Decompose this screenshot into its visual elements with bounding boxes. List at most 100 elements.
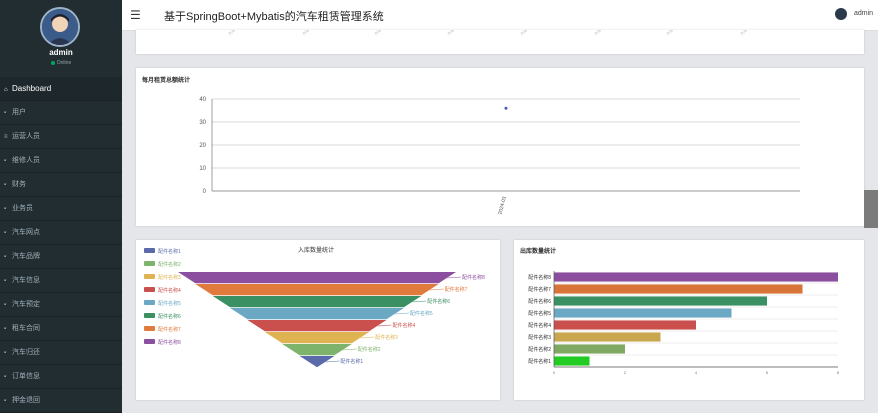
bar (554, 308, 732, 318)
menu-toggle-icon[interactable]: ☰ (130, 8, 141, 22)
menu-icon: ▪ (4, 158, 7, 164)
top-header: ☰ 基于SpringBoot+Mybatis的汽车租赁管理系统 admin (122, 0, 878, 31)
online-dot-icon (50, 60, 55, 65)
menu-icon: ▪ (4, 278, 7, 284)
sidebar-item-label: 押金退回 (12, 397, 40, 404)
legend-swatch (144, 339, 155, 344)
sidebar-item-13[interactable]: ▪ 押金退回 (0, 389, 122, 413)
header-username[interactable]: admin (854, 10, 873, 17)
sidebar-item-label: 租车合同 (12, 325, 40, 332)
y-tick-label: 配件名称2 (528, 346, 551, 353)
legend-label: 配件名称7 (158, 326, 181, 333)
sidebar-item-label: Dashboard (12, 84, 52, 93)
scrollbar-thumb[interactable] (864, 190, 878, 228)
legend-swatch (144, 326, 155, 331)
sidebar-username: admin (49, 48, 73, 57)
y-tick-label: 配件名称4 (528, 322, 551, 329)
sidebar-item-7[interactable]: ▪ 汽车品牌 (0, 245, 122, 269)
x-tick-label: 2024-03 (497, 196, 508, 215)
funnel-label: 配件名称4 (393, 322, 416, 329)
user-status-label: Online (56, 60, 72, 66)
bar (554, 272, 838, 282)
funnel-segment (282, 344, 352, 356)
sidebar-item-2[interactable]: ≡ 运营人员 (0, 125, 122, 149)
sidebar-item-8[interactable]: ▪ 汽车信息 (0, 269, 122, 293)
sidebar-item-0[interactable]: ⌂ Dashboard (0, 77, 122, 101)
svg-text:汽车: 汽车 (300, 30, 310, 37)
sidebar-item-11[interactable]: ▪ 汽车归还 (0, 341, 122, 365)
y-tick-label: 配件名称1 (528, 358, 551, 365)
funnel-leader-line (447, 276, 462, 279)
sidebar-item-label: 运营人员 (12, 133, 40, 140)
x-tick-label: 2 (624, 370, 627, 375)
stock-out-bar-chart: 0 2 4 6 8 配件名称1 配件名称2 配件名称3 配件名称4 配件名称5 配件名称6 配件名称7… (528, 271, 840, 375)
sidebar-item-label: 汽车品牌 (12, 253, 40, 260)
y-tick-label: 40 (199, 97, 206, 103)
legend-label: 配件名称2 (158, 261, 181, 268)
sidebar-item-label: 业务员 (12, 205, 33, 212)
sidebar-item-4[interactable]: ▪ 财务 (0, 173, 122, 197)
bar (554, 296, 767, 306)
y-tick-label: 30 (199, 120, 206, 126)
home-icon: ⌂ (4, 87, 8, 93)
x-tick-label: 4 (695, 370, 698, 375)
avatar[interactable] (40, 7, 80, 47)
legend-label: 配件名称3 (158, 274, 181, 281)
funnel-leader-line (343, 348, 357, 351)
page-title: 基于SpringBoot+Mybatis的汽车租赁管理系统 (164, 11, 384, 23)
stock-in-panel: 入库数量统计 配件名称1 配件名称2 配件名称3 配件名称4 配件名称5 配件名称6 配件名… (136, 240, 500, 400)
sidebar-item-9[interactable]: ▪ 汽车预定 (0, 293, 122, 317)
menu-icon: ▪ (4, 230, 7, 236)
funnel-label: 配件名称5 (410, 310, 433, 317)
data-point (504, 106, 508, 110)
y-tick-label: 配件名称7 (528, 286, 551, 293)
bar (554, 332, 661, 342)
sidebar-item-10[interactable]: ▪ 租车合同 (0, 317, 122, 341)
sidebar-nav: ⌂ Dashboard ▪ 用户 ≡ 运营人员 ▪ 维修人员 ▪ 财务 ▪ 业务员 ▪ 汽车网点 ▪ 汽车品牌… (0, 77, 122, 413)
sidebar-item-3[interactable]: ▪ 维修人员 (0, 149, 122, 173)
header-avatar[interactable] (835, 8, 847, 20)
funnel-label: 配件名称8 (462, 274, 485, 281)
sidebar: admin Online ⌂ Dashboard ▪ 用户 ≡ 运营人员 ▪ 维修人员 ▪ 财务 ▪… (0, 0, 122, 413)
legend-swatch (144, 300, 155, 305)
sidebar-item-12[interactable]: ▪ 订单信息 (0, 365, 122, 389)
sidebar-item-label: 汽车归还 (12, 349, 40, 356)
menu-icon: ▪ (4, 254, 7, 260)
x-tick-label: 8 (837, 370, 840, 375)
funnel-leader-line (377, 324, 392, 327)
funnel-leader-line (395, 312, 409, 315)
sidebar-item-label: 订单信息 (12, 373, 40, 380)
funnel-label: 配件名称2 (358, 346, 381, 353)
funnel-segment (264, 332, 370, 344)
menu-icon: ▪ (4, 326, 7, 332)
legend-label: 配件名称8 (158, 339, 181, 346)
funnel-label: 配件名称3 (375, 334, 398, 341)
monthly-rent-panel: 每月租赁总额统计 0 10 20 30 40 2024-03 (136, 68, 864, 226)
x-tick-label: 0 (553, 370, 556, 375)
legend-swatch (144, 274, 155, 279)
menu-icon: ▪ (4, 206, 7, 212)
funnel-leader-line (412, 300, 427, 303)
stock-in-funnel-chart: 配件名称1 配件名称2 配件名称3 配件名称4 配件名称5 配件名称6 配件名称7 配件名称8… (144, 248, 485, 368)
legend-swatch (144, 313, 155, 318)
menu-icon: ▪ (4, 398, 7, 404)
funnel-segment (247, 320, 387, 332)
funnel-segment (195, 284, 439, 296)
svg-text:汽车: 汽车 (226, 30, 236, 37)
funnel-label: 配件名称1 (340, 358, 363, 365)
funnel-leader-line (325, 360, 340, 363)
funnel-leader-line (429, 288, 444, 291)
funnel-leader-line (360, 336, 375, 339)
sidebar-item-label: 维修人员 (12, 157, 40, 164)
sidebar-item-5[interactable]: ▪ 业务员 (0, 197, 122, 221)
x-tick-label: 6 (766, 370, 769, 375)
user-avatar-icon (42, 9, 78, 45)
funnel-segment (178, 272, 456, 284)
sidebar-item-1[interactable]: ▪ 用户 (0, 101, 122, 125)
sidebar-item-label: 汽车信息 (12, 277, 40, 284)
sidebar-item-label: 汽车预定 (12, 301, 40, 308)
sidebar-item-6[interactable]: ▪ 汽车网点 (0, 221, 122, 245)
funnel-segment (230, 308, 404, 320)
legend-swatch (144, 248, 155, 253)
y-tick-label: 配件名称5 (528, 310, 551, 317)
